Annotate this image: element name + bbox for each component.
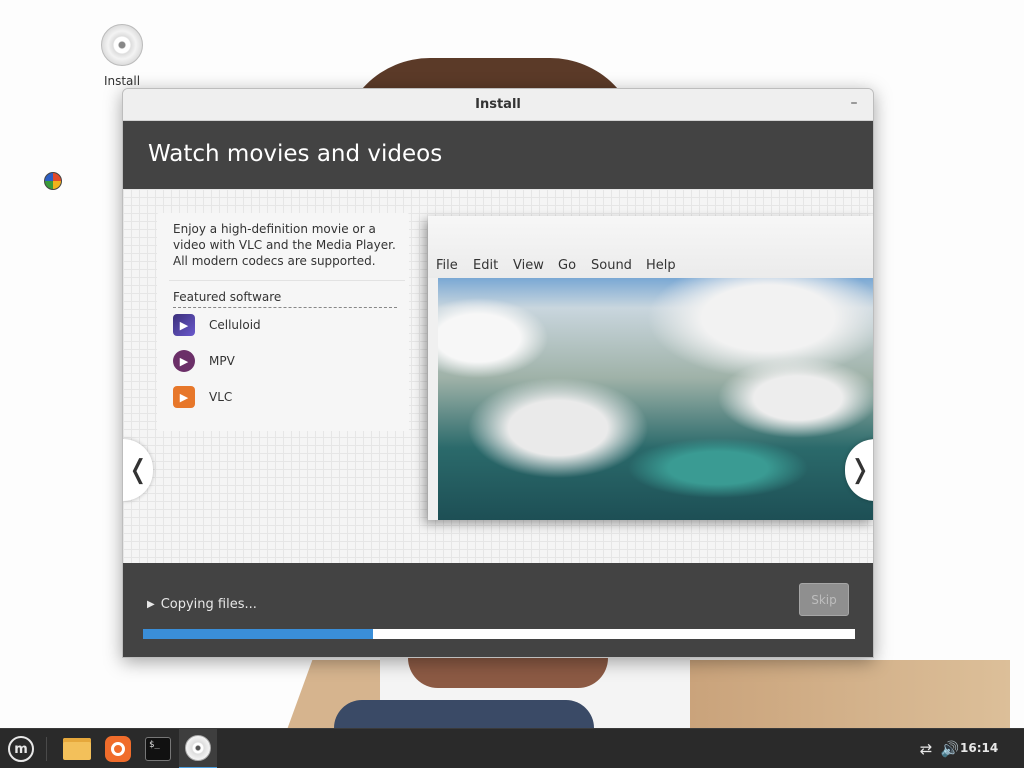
wallpaper-neck bbox=[408, 658, 608, 688]
player-menu-sound: Sound bbox=[591, 258, 632, 273]
slide-heading: Watch movies and videos bbox=[148, 141, 443, 167]
app-item-mpv: ▶ MPV bbox=[173, 349, 235, 373]
mpv-icon: ▶ bbox=[173, 350, 195, 372]
clock[interactable]: 16:14 bbox=[960, 741, 998, 755]
progress-status-toggle[interactable]: ▶ Copying files... bbox=[147, 597, 257, 612]
minimize-button[interactable]: – bbox=[845, 95, 863, 113]
taskbar-separator bbox=[46, 737, 47, 761]
taskbar-installer-window[interactable] bbox=[179, 729, 217, 768]
taskbar-terminal-launcher[interactable]: $_ bbox=[139, 729, 177, 768]
start-menu-button[interactable]: m bbox=[4, 733, 38, 765]
player-menu-view: View bbox=[513, 258, 544, 273]
window-titlebar[interactable]: Install – bbox=[123, 89, 873, 121]
linux-mint-logo-icon: m bbox=[8, 736, 34, 762]
taskbar: m $_ ⇄ 🔊 16:14 bbox=[0, 728, 1024, 768]
volume-icon[interactable]: 🔊 bbox=[940, 739, 960, 759]
wallpaper-suit-right bbox=[680, 660, 1010, 728]
taskbar-firefox-launcher[interactable] bbox=[99, 729, 137, 768]
desktop-install-shortcut[interactable]: Install bbox=[96, 24, 148, 88]
media-player-screenshot: File Edit View Go Sound Help bbox=[428, 216, 873, 520]
video-frame-aerial-clouds bbox=[438, 278, 873, 520]
installer-footer: ▶ Copying files... Skip bbox=[123, 563, 873, 657]
chevron-left-icon: ❬ bbox=[127, 455, 149, 485]
slideshow-area: Enjoy a high-definition movie or a video… bbox=[123, 189, 873, 563]
divider bbox=[173, 307, 397, 308]
terminal-icon: $_ bbox=[145, 737, 171, 761]
player-menu-go: Go bbox=[558, 258, 577, 273]
window-title: Install bbox=[475, 97, 521, 112]
player-menu-file: File bbox=[436, 258, 458, 273]
featured-software-title: Featured software bbox=[173, 290, 282, 304]
desktop-orb-icon[interactable] bbox=[44, 172, 62, 190]
app-label: VLC bbox=[209, 390, 233, 404]
divider bbox=[169, 280, 405, 281]
skip-button[interactable]: Skip bbox=[799, 583, 849, 616]
installer-disc-icon bbox=[185, 735, 211, 761]
expander-triangle-icon: ▶ bbox=[147, 599, 155, 610]
cd-disc-icon bbox=[101, 24, 143, 66]
player-menubar: File Edit View Go Sound Help bbox=[428, 216, 873, 278]
app-label: MPV bbox=[209, 354, 235, 368]
taskbar-files-launcher[interactable] bbox=[58, 729, 96, 768]
installer-window: Install – Watch movies and videos Enjoy … bbox=[122, 88, 874, 658]
app-item-celluloid: ▶ Celluloid bbox=[173, 313, 261, 337]
progress-bar-fill bbox=[143, 629, 373, 639]
files-icon bbox=[63, 738, 91, 760]
chevron-right-icon: ❭ bbox=[849, 455, 871, 485]
progress-status-text: Copying files... bbox=[160, 597, 257, 612]
desktop-icon-label: Install bbox=[103, 74, 141, 88]
wallpaper-bowtie bbox=[334, 700, 594, 728]
firefox-icon bbox=[105, 736, 131, 762]
previous-slide-button[interactable]: ❬ bbox=[123, 439, 153, 501]
install-progress-bar bbox=[143, 629, 855, 639]
app-label: Celluloid bbox=[209, 318, 261, 332]
player-menu-help: Help bbox=[646, 258, 676, 273]
slide-header: Watch movies and videos bbox=[123, 121, 873, 189]
app-item-vlc: ▶ VLC bbox=[173, 385, 232, 409]
network-disconnected-icon[interactable]: ⇄ bbox=[916, 739, 936, 759]
celluloid-icon: ▶ bbox=[173, 314, 195, 336]
slide-description: Enjoy a high-definition movie or a video… bbox=[173, 222, 396, 268]
info-card: Enjoy a high-definition movie or a video… bbox=[157, 213, 409, 431]
vlc-icon: ▶ bbox=[173, 386, 195, 408]
player-menu-edit: Edit bbox=[473, 258, 499, 273]
